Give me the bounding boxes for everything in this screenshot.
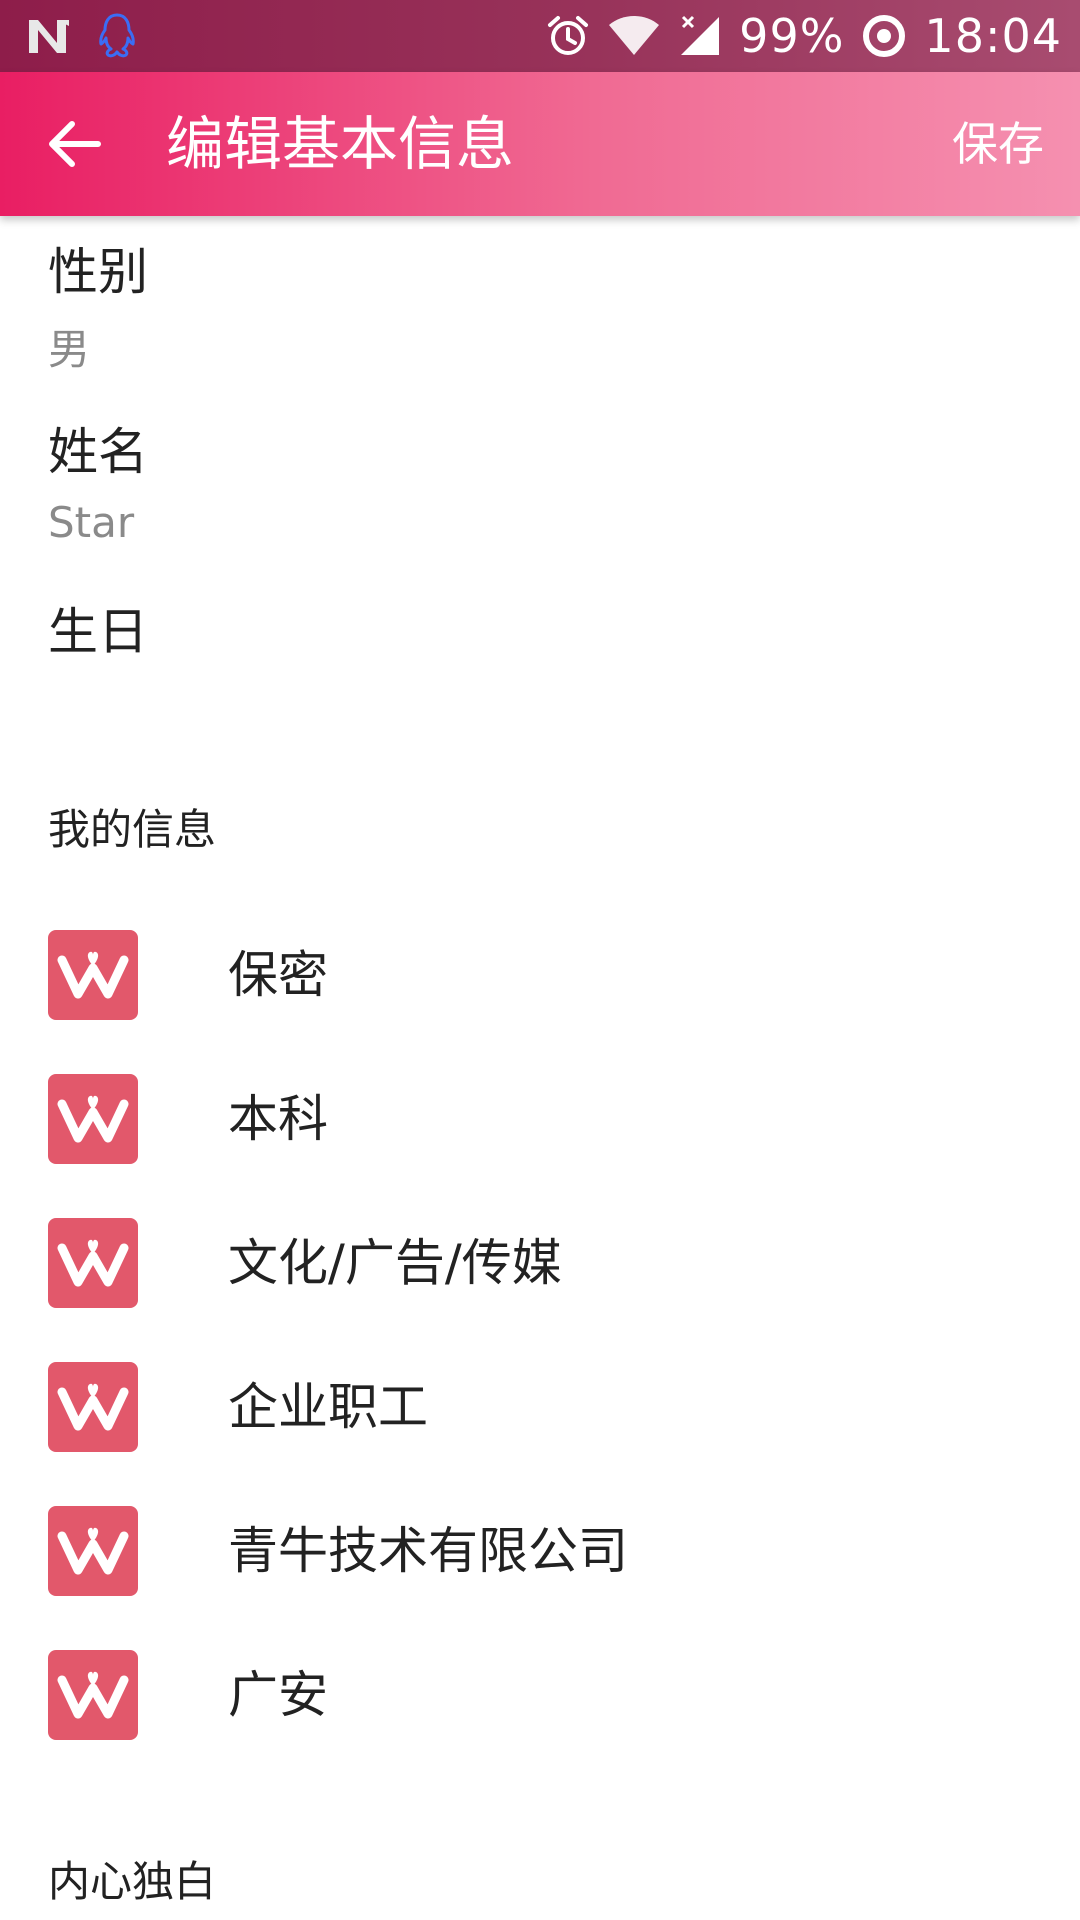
info-item-label: 本科	[228, 1090, 328, 1148]
edit-form: 性别 男 姓名 Star 生日 我的信息 保密 本科 文化/广告/传媒 企业职工…	[0, 216, 1080, 1920]
back-button[interactable]	[36, 106, 112, 182]
info-item-education[interactable]: 本科	[0, 1062, 1080, 1182]
status-left-group	[26, 10, 138, 62]
w-heart-logo-icon	[48, 1362, 138, 1452]
app-bar: 编辑基本信息 保存	[0, 72, 1080, 216]
info-item-occupation[interactable]: 企业职工	[0, 1350, 1080, 1470]
qq-icon	[96, 12, 138, 60]
alarm-icon	[545, 13, 591, 59]
page-title: 编辑基本信息	[166, 110, 515, 178]
status-right-group: 99% 18:04	[545, 0, 1062, 72]
info-item-location[interactable]: 广安	[0, 1638, 1080, 1758]
status-bar: 99% 18:04	[0, 0, 1080, 72]
info-item-label: 企业职工	[228, 1378, 428, 1436]
gender-value[interactable]: 男	[48, 316, 90, 377]
w-heart-logo-icon	[48, 1074, 138, 1164]
battery-percentage: 99%	[739, 9, 845, 63]
w-heart-logo-icon	[48, 1506, 138, 1596]
w-heart-logo-icon	[48, 930, 138, 1020]
wifi-icon	[607, 13, 661, 59]
name-value[interactable]: Star	[48, 498, 134, 547]
info-item-privacy[interactable]: 保密	[0, 918, 1080, 1038]
n-notification-icon	[26, 16, 72, 56]
birthday-label[interactable]: 生日	[48, 592, 148, 664]
cell-signal-icon	[677, 13, 723, 59]
gender-label[interactable]: 性别	[48, 232, 148, 304]
w-heart-logo-icon	[48, 1218, 138, 1308]
arrow-left-icon	[49, 121, 101, 167]
info-item-company[interactable]: 青牛技术有限公司	[0, 1494, 1080, 1614]
info-item-label: 青牛技术有限公司	[228, 1522, 628, 1580]
info-item-industry[interactable]: 文化/广告/传媒	[0, 1206, 1080, 1326]
info-item-label: 文化/广告/传媒	[228, 1234, 562, 1292]
clock-time: 18:04	[924, 9, 1062, 63]
monologue-header: 内心独白	[48, 1857, 217, 1906]
data-saver-icon	[860, 12, 908, 60]
info-item-label: 广安	[228, 1666, 328, 1724]
w-heart-logo-icon	[48, 1650, 138, 1740]
name-label[interactable]: 姓名	[48, 412, 148, 484]
save-button[interactable]: 保存	[952, 72, 1044, 216]
info-item-label: 保密	[228, 946, 328, 1004]
my-info-header: 我的信息	[48, 805, 217, 854]
